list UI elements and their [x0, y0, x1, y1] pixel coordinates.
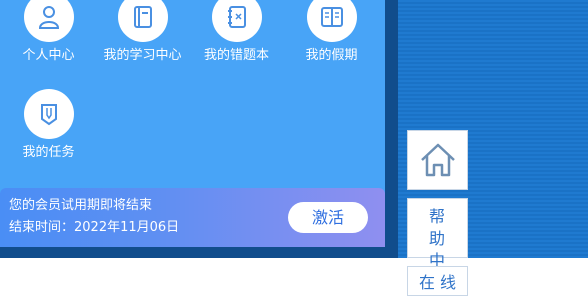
- tile-label: 我的假期: [305, 48, 358, 63]
- tile-label: 个人中心: [22, 48, 75, 63]
- tile-label: 我的错题本: [203, 48, 269, 63]
- online-service-button[interactable]: 在线: [407, 266, 468, 296]
- online-service-label: 在线: [418, 273, 461, 292]
- tile-my-holiday[interactable]: 我的假期: [284, 0, 379, 64]
- tile-personal-center[interactable]: 个人中心: [1, 0, 96, 64]
- expiry-message: 您的会员试用期即将结束: [9, 198, 153, 213]
- help-center-button[interactable]: 帮助中心: [407, 198, 468, 292]
- member-panel: 个人中心 我的学习中心 我的错题本 我的假期 我的任务 您的会员试用期即将结束 …: [0, 0, 385, 247]
- person-icon: [23, 0, 74, 42]
- home-icon: [420, 143, 455, 177]
- book-icon: [117, 0, 168, 42]
- open-book-icon: [306, 0, 357, 42]
- pencil-badge-icon: [23, 89, 74, 139]
- membership-expiry-banner: 您的会员试用期即将结束 结束时间：2022年11月06日 激活: [0, 188, 385, 247]
- activate-button[interactable]: 激活: [288, 202, 368, 233]
- tile-learning-center[interactable]: 我的学习中心: [95, 0, 190, 64]
- tile-wrong-notebook[interactable]: 我的错题本: [189, 0, 284, 64]
- tile-label: 我的任务: [22, 145, 75, 160]
- home-button[interactable]: [407, 130, 468, 190]
- tile-label: 我的学习中心: [103, 48, 182, 63]
- tile-my-tasks[interactable]: 我的任务: [1, 89, 96, 161]
- expiry-date: 结束时间：2022年11月06日: [9, 220, 180, 235]
- wrong-notebook-icon: [211, 0, 262, 42]
